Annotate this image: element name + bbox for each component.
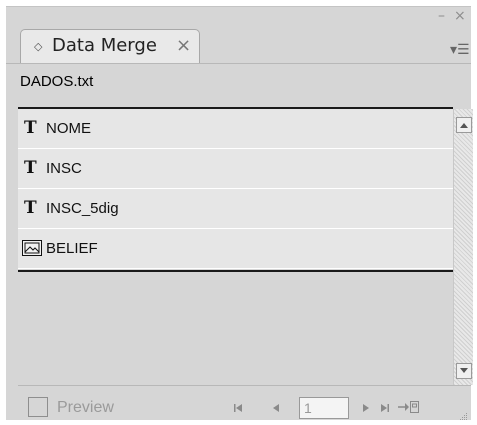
field-label: INSC_5dig [46, 200, 119, 217]
field-list: T NOME T INSC T INSC_5dig BELIEF [18, 107, 453, 379]
field-label: BELIEF [46, 240, 98, 257]
preview-label: Preview [57, 399, 114, 416]
last-record-icon[interactable] [380, 403, 390, 413]
tab-close-icon[interactable]: × [176, 36, 191, 56]
close-panel-button[interactable]: × [454, 9, 466, 23]
list-item[interactable]: T NOME [18, 109, 453, 149]
previous-record-icon[interactable] [272, 403, 280, 413]
tab-collapse-icon[interactable]: ◇ [34, 41, 42, 52]
arrow-up-icon [460, 123, 468, 128]
scroll-up-button[interactable] [456, 117, 472, 133]
list-item[interactable]: T INSC_5dig [18, 189, 453, 229]
resize-grip-icon[interactable] [458, 411, 468, 421]
next-record-icon[interactable] [362, 403, 370, 413]
tab-data-merge[interactable]: ◇ Data Merge × [20, 29, 200, 63]
list-item[interactable]: BELIEF [18, 229, 453, 269]
field-label: INSC [46, 160, 82, 177]
list-divider [18, 270, 453, 272]
first-record-icon[interactable] [233, 403, 243, 413]
create-merged-document-icon[interactable] [398, 400, 420, 414]
tab-divider [6, 63, 471, 64]
preview-checkbox[interactable] [28, 397, 48, 417]
panel-menu-icon[interactable]: ▾☰ [450, 43, 470, 57]
image-field-icon [22, 240, 42, 256]
scroll-down-button[interactable] [456, 363, 472, 379]
data-source-filename: DADOS.txt [20, 73, 94, 90]
list-item[interactable]: T INSC [18, 149, 453, 189]
field-label: NOME [46, 120, 91, 137]
minimize-button[interactable]: – [438, 9, 445, 23]
arrow-down-icon [460, 368, 468, 373]
record-number-field[interactable]: 1 [299, 397, 349, 419]
vertical-scrollbar[interactable] [453, 109, 473, 385]
text-field-icon: T [24, 118, 37, 138]
text-field-icon: T [24, 158, 37, 178]
data-merge-panel: – × ◇ Data Merge × ▾☰ DADOS.txt T NOME T… [6, 6, 473, 421]
footer-divider [18, 385, 471, 386]
tab-title: Data Merge [52, 35, 157, 56]
text-field-icon: T [24, 198, 37, 218]
